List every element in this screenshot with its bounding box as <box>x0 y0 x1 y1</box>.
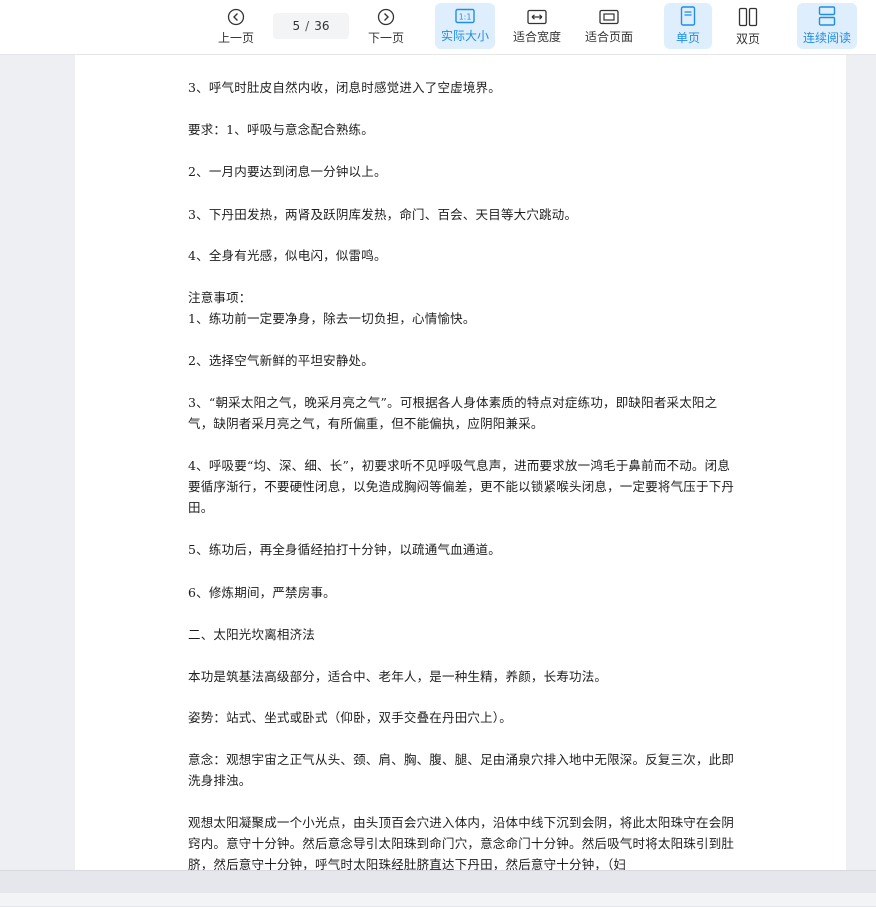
total-pages: 36 <box>314 19 330 33</box>
double-page-icon <box>738 7 758 27</box>
double-page-label: 双页 <box>735 32 760 46</box>
prev-page-label: 上一页 <box>217 31 254 45</box>
page-number-input[interactable]: 5 / 36 <box>273 13 349 39</box>
paragraph: 要求：1、呼吸与意念配合熟练。 <box>188 122 374 137</box>
current-page: 5 <box>292 19 301 33</box>
page-separator: / <box>305 19 310 33</box>
paragraph: 2、选择空气新鲜的平坦安静处。 <box>188 353 374 368</box>
paragraph: 本功是筑基法高级部分，适合中、老年人，是一种生精，养颜，长寿功法。 <box>188 669 608 684</box>
actual-size-icon: 1:1 <box>455 8 475 24</box>
single-page-icon <box>680 6 696 26</box>
paragraph: 注意事项： <box>188 290 252 305</box>
paragraph: 3、下丹田发热，两肾及跃阴库发热，命门、百会、天目等大穴跳动。 <box>188 207 578 222</box>
fit-width-icon <box>527 9 547 25</box>
arrow-left-circle-icon <box>227 8 245 26</box>
fit-page-label: 适合页面 <box>584 30 633 44</box>
svg-text:1:1: 1:1 <box>459 13 472 22</box>
paragraph: 1、练功前一定要净身，除去一切负担，心情愉快。 <box>188 311 476 326</box>
single-page-label: 单页 <box>675 31 700 45</box>
paragraph: 意念：观想宇宙之正气从头、颈、肩、胸、腹、腿、足由涌泉穴排入地中无限深。反复三次… <box>188 752 735 788</box>
continuous-read-icon <box>818 6 836 26</box>
horizontal-scrollbar[interactable] <box>0 893 876 906</box>
toolbar: 上一页 5 / 36 下一页 1:1 实际大小 适合宽度 适合页面 单页 双页 … <box>0 0 876 55</box>
next-page-button[interactable]: 下一页 <box>364 0 408 54</box>
double-page-button[interactable]: 双页 <box>724 0 772 54</box>
fit-width-label: 适合宽度 <box>512 30 561 44</box>
paragraph: 6、修炼期间，严禁房事。 <box>188 585 336 600</box>
document-viewer[interactable]: 3、呼气时肚皮自然内收，闭息时感觉进入了空虚境界。 要求：1、呼吸与意念配合熟练… <box>0 55 876 870</box>
document-page: 3、呼气时肚皮自然内收，闭息时感觉进入了空虚境界。 要求：1、呼吸与意念配合熟练… <box>75 55 846 870</box>
paragraph: 观想太阳凝聚成一个小光点，由头顶百会穴进入体内，沿体中线下沉到会阴，将此太阳珠守… <box>188 815 735 870</box>
paragraph: 2、一月内要达到闭息一分钟以上。 <box>188 164 387 179</box>
actual-size-button[interactable]: 1:1 实际大小 <box>435 3 495 49</box>
paragraph: 姿势：站式、坐式或卧式（仰卧，双手交叠在丹田穴上）。 <box>188 710 512 725</box>
paragraph: 3、呼气时肚皮自然内收，闭息时感觉进入了空虚境界。 <box>188 80 501 95</box>
fit-width-button[interactable]: 适合宽度 <box>508 0 566 54</box>
paragraph: 4、呼吸要“均、深、细、长”，初要求听不见呼吸气息声，进而要求放一鸿毛于鼻前而不… <box>188 458 735 515</box>
actual-size-label: 实际大小 <box>440 29 489 43</box>
fit-page-button[interactable]: 适合页面 <box>580 0 638 54</box>
paragraph: 5、练功后，再全身循经拍打十分钟，以疏通气血通道。 <box>188 542 501 557</box>
section-heading: 二、太阳光坎离相济法 <box>188 627 316 642</box>
prev-page-button[interactable]: 上一页 <box>214 0 258 54</box>
single-page-button[interactable]: 单页 <box>664 3 712 49</box>
fit-page-icon <box>599 9 619 25</box>
arrow-right-circle-icon <box>377 8 395 26</box>
paragraph: 3、“朝采太阳之气，晚采月亮之气”。可根据各人身体素质的特点对症练功，即缺阳者采… <box>188 395 718 431</box>
paragraph: 4、全身有光感，似电闪，似雷鸣。 <box>188 248 387 263</box>
next-page-label: 下一页 <box>367 31 404 45</box>
continuous-read-label: 连续阅读 <box>802 31 851 45</box>
continuous-read-button[interactable]: 连续阅读 <box>797 3 857 49</box>
